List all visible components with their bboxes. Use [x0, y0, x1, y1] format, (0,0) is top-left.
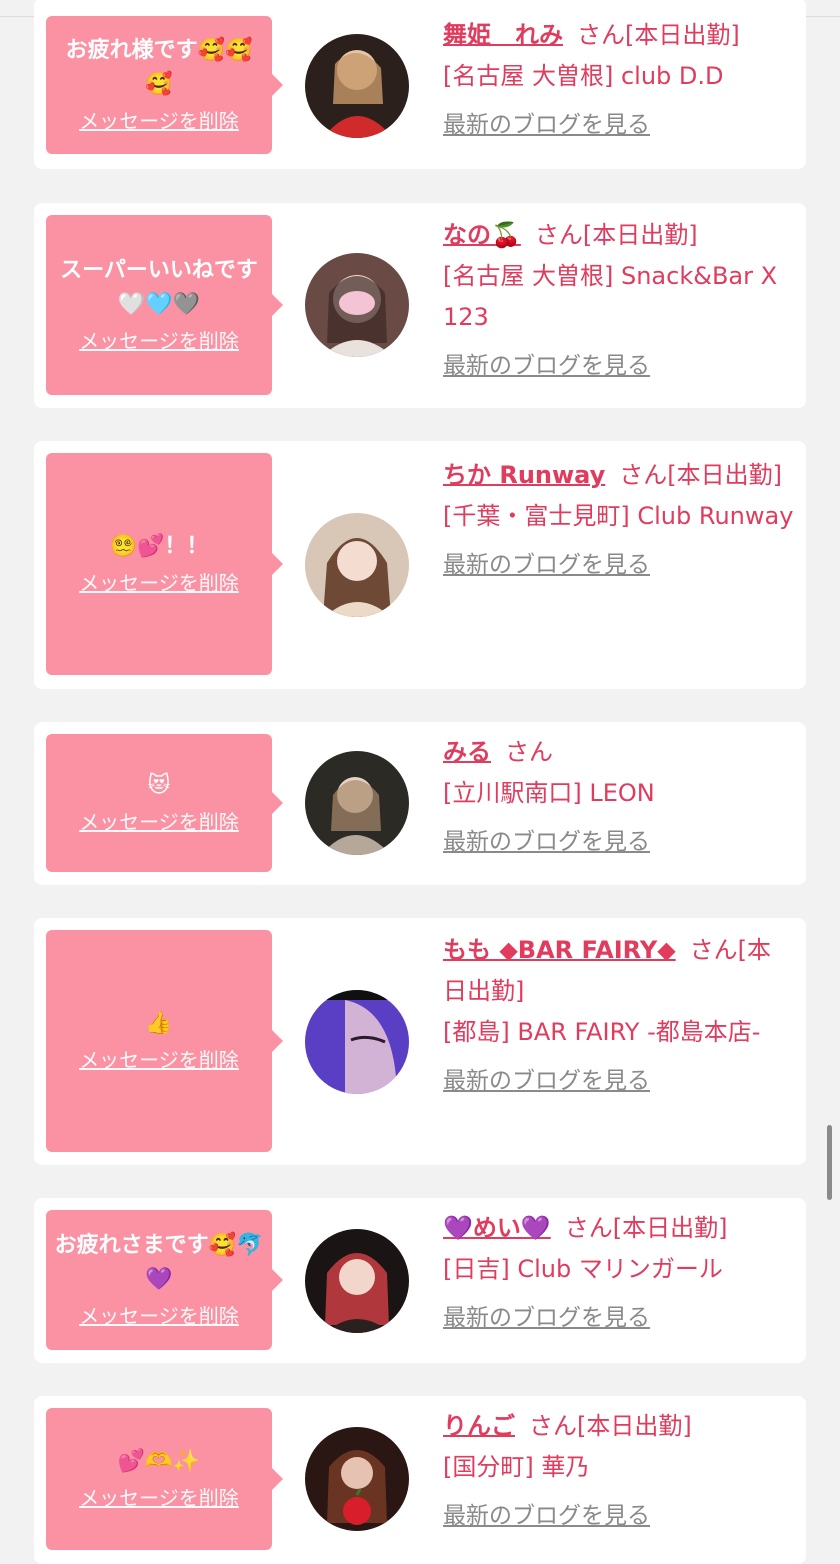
message-card: 😵‍💫💕！！ メッセージを削除 ちか Runway さん[本日出勤] [千葉・富士… — [34, 441, 806, 689]
message-bubble: 😵‍💫💕！！ メッセージを削除 — [46, 453, 283, 675]
shop-text: [千葉・富士見町] Club Runway — [443, 502, 794, 530]
message-text: 😻 — [147, 773, 171, 798]
message-text: スーパーいいねです🤍🩵🩶 — [60, 258, 258, 317]
message-card: 💕🫶✨ メッセージを削除 りんご さん[本日出勤] [国分町] 華乃 最新のブログ… — [34, 1396, 806, 1564]
cast-info: りんご さん[本日出勤] [国分町] 華乃 最新のブログを見る — [443, 1406, 794, 1537]
cast-info: なの🍒 さん[本日出勤] [名古屋 大曽根] Snack&Bar X 123 最新… — [443, 215, 794, 387]
message-card: お疲れさまです🥰🐬💜 メッセージを削除 💜めい💜 さん[本日出勤] [日吉] Cl… — [34, 1198, 806, 1363]
cast-info: 💜めい💜 さん[本日出勤] [日吉] Club マリンガール 最新のブログを見る — [443, 1208, 794, 1339]
message-text: お疲れ様です🥰🥰🥰 — [65, 38, 253, 97]
shop-text: [国分町] 華乃 — [443, 1453, 590, 1481]
shop-text: [立川駅南口] LEON — [443, 779, 655, 807]
avatar[interactable] — [305, 513, 409, 617]
cast-honorific: さん[本日出勤] — [564, 1214, 728, 1242]
message-bubble: 😻 メッセージを削除 — [46, 734, 283, 872]
cast-honorific: さん — [505, 738, 553, 766]
latest-blog-link[interactable]: 最新のブログを見る — [443, 1496, 650, 1537]
cast-honorific: さん[本日出勤] — [619, 461, 783, 489]
delete-message-link[interactable]: メッセージを削除 — [79, 326, 239, 356]
shop-text: [名古屋 大曽根] club D.D — [443, 62, 724, 90]
shop-text: [都島] BAR FAIRY -都島本店- — [443, 1018, 761, 1046]
message-bubble: お疲れ様です🥰🥰🥰 メッセージを削除 — [46, 16, 283, 154]
message-bubble: お疲れさまです🥰🐬💜 メッセージを削除 — [46, 1210, 283, 1350]
avatar[interactable] — [305, 990, 409, 1094]
delete-message-link[interactable]: メッセージを削除 — [79, 106, 239, 136]
avatar[interactable] — [305, 1427, 409, 1531]
delete-message-link[interactable]: メッセージを削除 — [79, 807, 239, 837]
cast-name-link[interactable]: ちか Runway — [443, 461, 605, 489]
message-card: お疲れ様です🥰🥰🥰 メッセージを削除 舞姫 れみ さん[本日出勤] [名古屋 大曽… — [34, 0, 806, 169]
shop-text: [日吉] Club マリンガール — [443, 1255, 723, 1283]
scrollbar-thumb[interactable] — [827, 1125, 832, 1200]
cast-honorific: さん[本日出勤] — [534, 221, 698, 249]
cast-name-link[interactable]: 舞姫 れみ — [443, 21, 563, 49]
avatar[interactable] — [305, 1229, 409, 1333]
avatar[interactable] — [305, 34, 409, 138]
latest-blog-link[interactable]: 最新のブログを見る — [443, 545, 650, 586]
delete-message-link[interactable]: メッセージを削除 — [79, 1483, 239, 1513]
cast-info: みる さん [立川駅南口] LEON 最新のブログを見る — [443, 732, 794, 863]
message-text: 👍 — [145, 1011, 173, 1036]
cast-name-link[interactable]: 💜めい💜 — [443, 1214, 551, 1242]
latest-blog-link[interactable]: 最新のブログを見る — [443, 1061, 650, 1102]
message-card: 😻 メッセージを削除 みる さん [立川駅南口] LEON 最新のブログを見る — [34, 722, 806, 885]
cast-name-link[interactable]: もも ◆BAR FAIRY◆ — [443, 936, 676, 964]
cast-name-link[interactable]: りんご — [443, 1412, 515, 1440]
message-bubble: スーパーいいねです🤍🩵🩶 メッセージを削除 — [46, 215, 283, 395]
avatar[interactable] — [305, 253, 409, 357]
cast-info: もも ◆BAR FAIRY◆ さん[本日出勤] [都島] BAR FAIRY -都… — [443, 930, 794, 1102]
message-bubble: 💕🫶✨ メッセージを削除 — [46, 1408, 283, 1550]
delete-message-link[interactable]: メッセージを削除 — [79, 1301, 239, 1331]
delete-message-link[interactable]: メッセージを削除 — [79, 568, 239, 598]
cast-name-link[interactable]: なの🍒 — [443, 221, 521, 249]
message-text: 💕🫶✨ — [117, 1449, 201, 1474]
shop-text: [名古屋 大曽根] Snack&Bar X 123 — [443, 262, 778, 331]
avatar[interactable] — [305, 751, 409, 855]
cast-name-link[interactable]: みる — [443, 738, 491, 766]
message-card: 👍 メッセージを削除 もも ◆BAR FAIRY◆ さん[本日出勤] [都島] B… — [34, 918, 806, 1165]
cast-honorific: さん[本日出勤] — [577, 21, 740, 49]
message-card: スーパーいいねです🤍🩵🩶 メッセージを削除 なの🍒 さん[本日出勤] [名古屋 大… — [34, 203, 806, 408]
latest-blog-link[interactable]: 最新のブログを見る — [443, 822, 650, 863]
message-bubble: 👍 メッセージを削除 — [46, 930, 283, 1152]
message-text: 😵‍💫💕！！ — [109, 534, 209, 559]
latest-blog-link[interactable]: 最新のブログを見る — [443, 105, 650, 146]
latest-blog-link[interactable]: 最新のブログを見る — [443, 1298, 650, 1339]
cast-info: 舞姫 れみ さん[本日出勤] [名古屋 大曽根] club D.D 最新のブログを… — [443, 15, 794, 146]
delete-message-link[interactable]: メッセージを削除 — [79, 1045, 239, 1075]
cast-honorific: さん[本日出勤] — [529, 1412, 692, 1440]
cast-info: ちか Runway さん[本日出勤] [千葉・富士見町] Club Runway … — [443, 455, 794, 586]
message-text: お疲れさまです🥰🐬💜 — [54, 1233, 264, 1292]
latest-blog-link[interactable]: 最新のブログを見る — [443, 346, 650, 387]
